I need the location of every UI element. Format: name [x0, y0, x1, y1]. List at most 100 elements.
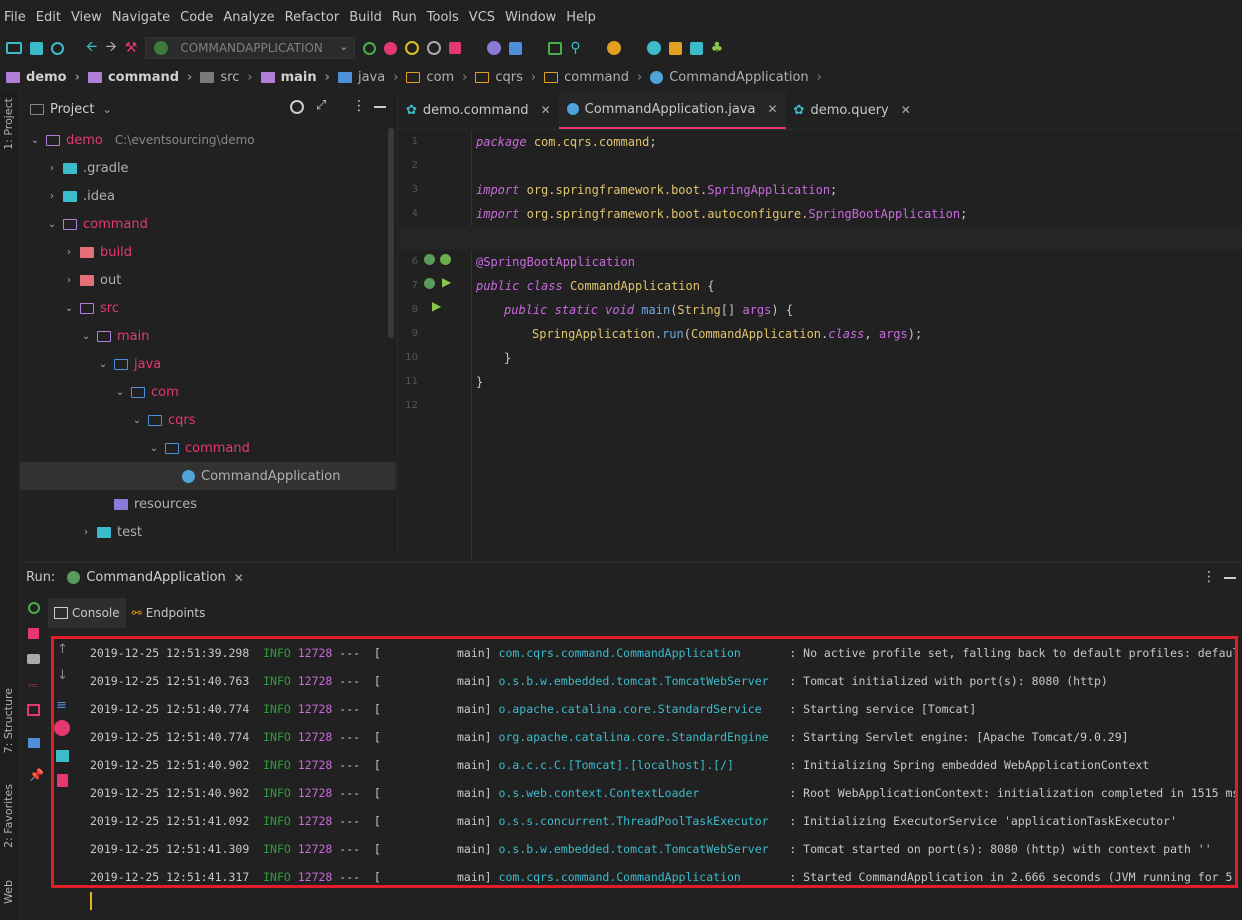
chevron-down-icon[interactable]: ⌄: [96, 359, 110, 370]
tree-item[interactable]: ⌄ cqrs: [20, 406, 396, 434]
tree-item[interactable]: › .idea: [20, 182, 396, 210]
breadcrumb-commandapplication[interactable]: CommandApplication ›: [650, 70, 830, 85]
camera-icon[interactable]: [27, 654, 40, 664]
tree-item[interactable]: ⌄ main: [20, 322, 396, 350]
tab-demo-query[interactable]: ✿ demo.query ✕: [786, 91, 919, 129]
debug-icon[interactable]: [384, 41, 398, 55]
menu-view[interactable]: View: [71, 10, 102, 25]
breadcrumb-command-package[interactable]: command ›: [544, 70, 650, 85]
menu-edit[interactable]: Edit: [36, 10, 61, 25]
breadcrumb-demo[interactable]: demo ›: [6, 70, 88, 85]
breadcrumb-main[interactable]: main ›: [260, 70, 338, 85]
profiler-icon[interactable]: [427, 41, 442, 55]
chevron-down-icon[interactable]: ⌄: [62, 303, 76, 314]
web-tool-tab[interactable]: Web: [2, 880, 15, 904]
project-structure-icon[interactable]: [509, 41, 523, 55]
menu-tools[interactable]: Tools: [427, 10, 459, 25]
tree-scrollbar[interactable]: [388, 128, 394, 338]
hide-panel-icon[interactable]: [374, 106, 386, 108]
tree-item[interactable]: › .gradle: [20, 154, 396, 182]
more-options-icon[interactable]: ⋮: [1202, 569, 1216, 585]
menu-code[interactable]: Code: [180, 10, 213, 25]
tab-commandapplication-java[interactable]: CommandApplication.java ✕: [558, 91, 786, 129]
tab-demo-command[interactable]: ✿ demo.command ✕: [398, 91, 559, 129]
close-icon[interactable]: ✕: [234, 571, 244, 585]
plugin-gear-icon[interactable]: [606, 41, 621, 55]
menu-vcs[interactable]: VCS: [469, 10, 495, 25]
tree-item[interactable]: › out: [20, 266, 396, 294]
run-config-select[interactable]: COMMANDAPPLICATION ⌄: [145, 37, 356, 59]
close-icon[interactable]: ✕: [901, 103, 911, 117]
more-options-icon[interactable]: ⋮: [352, 98, 366, 114]
close-icon[interactable]: ✕: [767, 102, 777, 116]
layout-grid-icon[interactable]: [28, 738, 40, 748]
chevron-right-icon[interactable]: ›: [79, 527, 93, 538]
project-tool-tab[interactable]: 1: Project: [2, 98, 15, 150]
chevron-right-icon[interactable]: ›: [62, 275, 76, 286]
breadcrumb-command[interactable]: command ›: [87, 70, 200, 85]
tab-endpoints[interactable]: ⚯ Endpoints: [126, 598, 212, 628]
tree-item[interactable]: ⌄ demo C:\eventsourcing\demo: [20, 126, 396, 154]
tree-item[interactable]: resources: [20, 490, 396, 518]
puzzle-icon[interactable]: ♣: [711, 40, 724, 56]
menu-analyze[interactable]: Analyze: [223, 10, 274, 25]
spring-leaf-icon[interactable]: [440, 254, 451, 265]
tree-item[interactable]: ⌄ command: [20, 210, 396, 238]
breadcrumb-java[interactable]: java ›: [337, 70, 406, 85]
back-arrow-icon[interactable]: 🡨: [86, 36, 97, 60]
settings-gear-icon[interactable]: [487, 41, 502, 55]
breadcrumb-src[interactable]: src ›: [200, 70, 260, 85]
run-tab-commandapplication[interactable]: CommandApplication: [86, 570, 225, 585]
menu-run[interactable]: Run: [392, 10, 417, 25]
run-gutter-icon[interactable]: ▶: [432, 299, 441, 313]
coverage-icon[interactable]: [405, 41, 420, 55]
chevron-down-icon[interactable]: ⌄: [147, 443, 161, 454]
menu-build[interactable]: Build: [349, 10, 382, 25]
tree-item[interactable]: ⌄ command: [20, 434, 396, 462]
menu-file[interactable]: File: [4, 10, 26, 25]
spring-bean-icon[interactable]: [424, 254, 435, 265]
save-icon[interactable]: [30, 41, 43, 55]
terminal-icon[interactable]: [548, 41, 563, 55]
hammer-icon[interactable]: ⚒: [125, 40, 138, 56]
tree-item[interactable]: ⌄ com: [20, 378, 396, 406]
plug-icon[interactable]: ⎓: [28, 678, 38, 693]
database-icon[interactable]: [646, 41, 661, 55]
chevron-down-icon[interactable]: ⌄: [45, 219, 59, 230]
project-view-title[interactable]: Project: [50, 102, 94, 117]
chevron-down-icon[interactable]: ⌄: [79, 331, 93, 342]
chevron-right-icon[interactable]: ›: [62, 247, 76, 258]
chevron-down-icon[interactable]: ⌄: [113, 387, 127, 398]
search-icon[interactable]: ⚲: [570, 40, 580, 56]
hide-panel-icon[interactable]: [1224, 577, 1236, 579]
tree-item[interactable]: › build: [20, 238, 396, 266]
breadcrumb-com[interactable]: com ›: [406, 70, 475, 85]
menu-window[interactable]: Window: [505, 10, 556, 25]
chevron-down-icon[interactable]: ⌄: [28, 135, 42, 146]
breadcrumb-cqrs[interactable]: cqrs ›: [475, 70, 544, 85]
spring-bean-icon[interactable]: [424, 278, 435, 289]
chevron-right-icon[interactable]: ›: [45, 163, 59, 174]
forward-arrow-icon[interactable]: 🡪: [105, 36, 116, 60]
stop-icon[interactable]: [449, 42, 462, 54]
chevron-down-icon[interactable]: ⌄: [102, 103, 111, 116]
menu-navigate[interactable]: Navigate: [112, 10, 170, 25]
locate-target-icon[interactable]: [290, 100, 304, 114]
menu-refactor[interactable]: Refactor: [285, 10, 340, 25]
collapse-icon[interactable]: ⤢: [316, 98, 326, 113]
close-icon[interactable]: ✕: [541, 103, 551, 117]
run-gutter-icon[interactable]: ▶: [442, 275, 451, 289]
favorites-tool-tab[interactable]: 2: Favorites: [2, 784, 15, 848]
tree-item[interactable]: ⌄ src: [20, 294, 396, 322]
tree-item[interactable]: › test: [20, 518, 396, 546]
rerun-icon[interactable]: [28, 602, 40, 614]
menu-help[interactable]: Help: [566, 10, 596, 25]
tasks-icon[interactable]: [689, 41, 703, 55]
layout-icon[interactable]: [668, 41, 682, 55]
tree-item[interactable]: ⌄ java: [20, 350, 396, 378]
tab-console[interactable]: Console: [48, 598, 126, 628]
sync-icon[interactable]: [51, 41, 64, 55]
chevron-down-icon[interactable]: ⌄: [130, 415, 144, 426]
structure-tool-tab[interactable]: 7: Structure: [2, 688, 15, 753]
rerun-icon[interactable]: [363, 41, 377, 55]
